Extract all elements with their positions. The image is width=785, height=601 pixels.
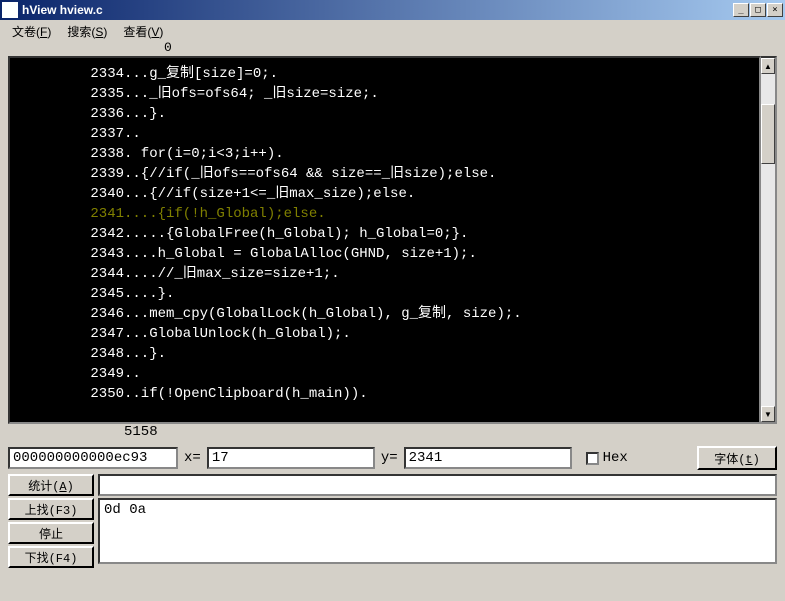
line-number: 2342 [18, 224, 124, 244]
hex-label: Hex [603, 450, 628, 466]
line-number: 2348 [18, 344, 124, 364]
titlebar[interactable]: ▦ hView hview.c _ □ × [0, 0, 785, 20]
code-line: 2337.. [18, 124, 759, 144]
code-line: 2347...GlobalUnlock(h_Global);. [18, 324, 759, 344]
line-number: 2346 [18, 304, 124, 324]
line-text: ...mem_cpy(GlobalLock(h_Global), g_复制, s… [124, 304, 759, 324]
stats-button[interactable]: 统计(A) [8, 474, 94, 496]
code-line: 2336...}. [18, 104, 759, 124]
line-number: 2338 [18, 144, 124, 164]
scroll-thumb[interactable] [761, 104, 775, 164]
scroll-down-button[interactable]: ▼ [761, 406, 775, 422]
search-text-field[interactable]: 0d 0a [98, 498, 777, 564]
code-line: 2348...}. [18, 344, 759, 364]
code-line: 2345....}. [18, 284, 759, 304]
line-number: 2343 [18, 244, 124, 264]
maximize-button[interactable]: □ [750, 3, 766, 17]
line-text: ....//_旧max_size=size+1;. [124, 264, 759, 284]
code-line: 2335..._旧ofs=ofs64; _旧size=size;. [18, 84, 759, 104]
y-label: y= [379, 450, 400, 466]
code-line: 2346...mem_cpy(GlobalLock(h_Global), g_复… [18, 304, 759, 324]
minimize-button[interactable]: _ [733, 3, 749, 17]
line-text: ....}. [124, 284, 759, 304]
code-line: 2341....{if(!h_Global);else. [18, 204, 759, 224]
app-icon: ▦ [2, 2, 18, 18]
line-text: ...GlobalUnlock(h_Global);. [124, 324, 759, 344]
line-number: 2336 [18, 104, 124, 124]
code-line: 2340...{//if(size+1<=_旧max_size);else. [18, 184, 759, 204]
line-text: ..if(!OpenClipboard(h_main)). [124, 384, 759, 404]
total-lines: 5158 [0, 424, 785, 442]
ruler: 0 [0, 40, 785, 56]
line-number: 2349 [18, 364, 124, 384]
window-title: hView hview.c [22, 3, 733, 17]
line-text: ....h_Global = GlobalAlloc(GHND, size+1)… [124, 244, 759, 264]
line-text: ..{//if(_旧ofs==ofs64 && size==_旧size);el… [124, 164, 759, 184]
line-text: ...}. [124, 104, 759, 124]
line-text: ...}. [124, 344, 759, 364]
x-field[interactable] [207, 447, 375, 469]
line-number: 2341 [18, 204, 124, 224]
code-line: 2350..if(!OpenClipboard(h_main)). [18, 384, 759, 404]
stop-button[interactable]: 停止 [8, 522, 94, 544]
y-field[interactable] [404, 447, 572, 469]
code-line: 2343....h_Global = GlobalAlloc(GHND, siz… [18, 244, 759, 264]
line-number: 2334 [18, 64, 124, 84]
line-number: 2339 [18, 164, 124, 184]
code-line: 2342.....{GlobalFree(h_Global); h_Global… [18, 224, 759, 244]
line-text: .. [124, 364, 759, 384]
scroll-track[interactable] [761, 74, 775, 406]
menu-search[interactable]: 搜索(S) [59, 22, 115, 38]
line-text: ...{//if(size+1<=_旧max_size);else. [124, 184, 759, 204]
find-up-button[interactable]: 上找(F3) [8, 498, 94, 520]
line-number: 2337 [18, 124, 124, 144]
status-field[interactable] [98, 474, 777, 496]
address-field[interactable] [8, 447, 178, 469]
code-editor[interactable]: 2334...g_复制[size]=0;.2335..._旧ofs=ofs64;… [8, 56, 761, 424]
vertical-scrollbar[interactable]: ▲ ▼ [761, 56, 777, 424]
find-down-button[interactable]: 下找(F4) [8, 546, 94, 568]
code-line: 2344....//_旧max_size=size+1;. [18, 264, 759, 284]
line-text: ...g_复制[size]=0;. [124, 64, 759, 84]
code-line: 2339..{//if(_旧ofs==ofs64 && size==_旧size… [18, 164, 759, 184]
line-number: 2340 [18, 184, 124, 204]
menubar: 文卷(F) 搜索(S) 查看(V) [0, 20, 785, 40]
menu-file[interactable]: 文卷(F) [4, 22, 59, 38]
line-text: ..._旧ofs=ofs64; _旧size=size;. [124, 84, 759, 104]
x-label: x= [182, 450, 203, 466]
line-text: . for(i=0;i<3;i++). [124, 144, 759, 164]
line-number: 2335 [18, 84, 124, 104]
line-text: .....{GlobalFree(h_Global); h_Global=0;}… [124, 224, 759, 244]
line-number: 2347 [18, 324, 124, 344]
scroll-up-button[interactable]: ▲ [761, 58, 775, 74]
code-line: 2334...g_复制[size]=0;. [18, 64, 759, 84]
line-number: 2344 [18, 264, 124, 284]
menu-view[interactable]: 查看(V) [115, 22, 171, 38]
close-button[interactable]: × [767, 3, 783, 17]
line-text: .. [124, 124, 759, 144]
code-line: 2349.. [18, 364, 759, 384]
code-line: 2338. for(i=0;i<3;i++). [18, 144, 759, 164]
line-text: ....{if(!h_Global);else. [124, 204, 759, 224]
hex-checkbox[interactable] [586, 452, 599, 465]
line-number: 2350 [18, 384, 124, 404]
line-number: 2345 [18, 284, 124, 304]
font-button[interactable]: 字体(t) [697, 446, 777, 470]
